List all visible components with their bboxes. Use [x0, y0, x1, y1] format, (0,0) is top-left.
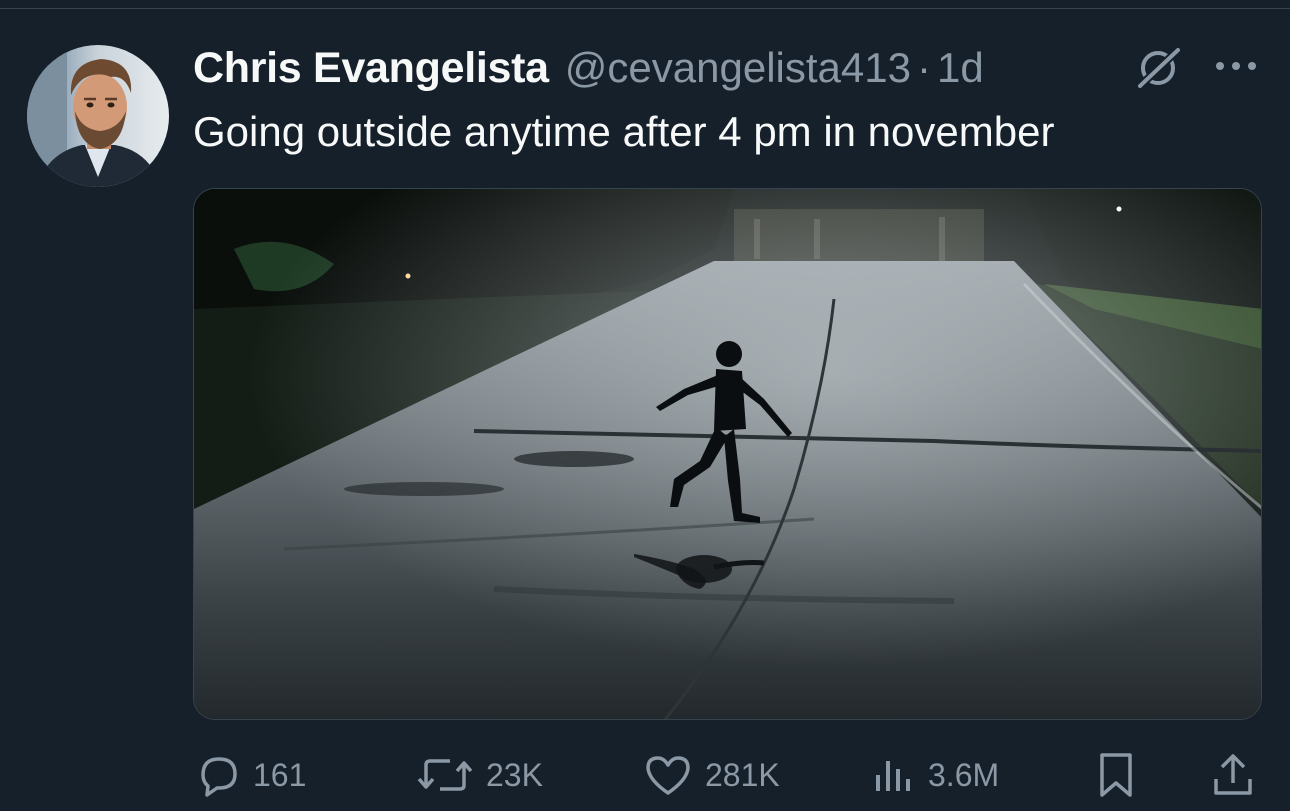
heart-icon [643, 753, 693, 797]
grok-icon[interactable] [1134, 44, 1184, 90]
repost-button[interactable]: 23K [416, 745, 543, 805]
reply-button[interactable]: 161 [195, 745, 306, 805]
more-icon[interactable] [1213, 55, 1259, 77]
avatar[interactable] [27, 45, 169, 187]
tweet-timestamp[interactable]: 1d [937, 44, 984, 92]
bookmark-button[interactable] [1096, 745, 1136, 805]
views-icon [870, 753, 916, 797]
like-button[interactable]: 281K [643, 745, 780, 805]
tweet-image[interactable] [193, 188, 1262, 720]
author-handle[interactable]: @cevangelista413 [565, 44, 911, 92]
tweet[interactable]: Chris Evangelista @cevangelista413 · 1d … [0, 0, 1290, 811]
author-name[interactable]: Chris Evangelista [193, 44, 549, 93]
share-icon [1210, 751, 1256, 799]
repost-count: 23K [486, 756, 543, 793]
repost-icon [416, 753, 474, 797]
view-count: 3.6M [928, 756, 1000, 793]
tweet-text: Going outside anytime after 4 pm in nove… [193, 108, 1055, 155]
views-button[interactable]: 3.6M [870, 745, 999, 805]
tweet-actions: 161 23K 281K 3.6M [0, 745, 1290, 805]
tweet-header: Chris Evangelista @cevangelista413 · 1d [193, 40, 984, 96]
like-count: 281K [705, 756, 780, 793]
reply-count: 161 [253, 756, 307, 793]
separator-dot: · [916, 44, 931, 91]
share-button[interactable] [1210, 745, 1256, 805]
bookmark-icon [1096, 751, 1136, 799]
reply-icon [195, 753, 241, 797]
